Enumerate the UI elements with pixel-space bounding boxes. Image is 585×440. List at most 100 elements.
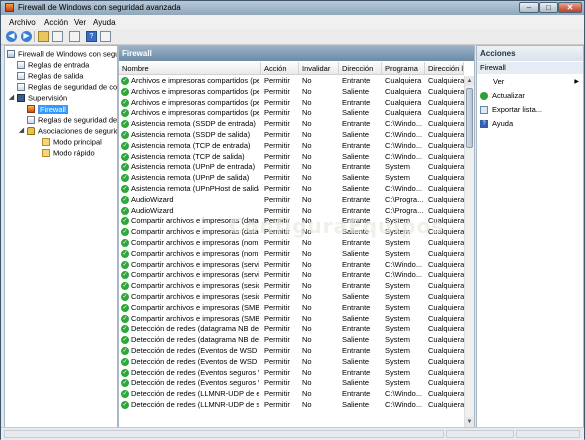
rule-local-address: Cualquiera	[428, 108, 464, 118]
rule-local-address: Cualquiera	[428, 270, 464, 280]
rule-program: System	[385, 345, 411, 355]
tree-quick-mode[interactable]: Modo rápido	[42, 147, 95, 158]
table-row[interactable]: ✓ AudioWizard Permitir No Entrante C:\Progra.…	[119, 206, 464, 217]
tree-monitor-security-rules[interactable]: Reglas de seguridad de	[27, 114, 117, 125]
back-arrow-icon[interactable]: ◀	[6, 31, 17, 42]
tree-monitoring[interactable]: Supervisión	[17, 92, 67, 103]
action-refresh[interactable]: Actualizar	[480, 90, 525, 101]
table-row[interactable]: ✓ Asistencia remota (SSDP de entrada) Perm…	[119, 119, 464, 130]
help-icon[interactable]: ?	[86, 31, 97, 42]
rule-name: ✓ Asistencia remota (UPnPHost de salida)	[121, 184, 259, 195]
column-header-action[interactable]: Acción	[261, 62, 299, 75]
table-row[interactable]: ✓ Compartir archivos e impresoras (SMB d.…	[119, 314, 464, 325]
menu-archivo[interactable]: Archivo	[9, 18, 36, 27]
tree-security-associations[interactable]: Asociaciones de segurid	[27, 125, 117, 136]
rule-program: System	[385, 162, 411, 172]
column-header-program[interactable]: Programa	[382, 62, 425, 75]
maximize-button[interactable]: □	[539, 2, 558, 13]
action-view[interactable]: Ver	[493, 76, 504, 87]
rule-program: System	[385, 291, 411, 301]
collapse-icon[interactable]: ◢	[8, 94, 15, 101]
inbound-rules-icon	[17, 61, 25, 70]
tree-root[interactable]: Firewall de Windows con seguri	[7, 48, 117, 59]
table-row[interactable]: ✓ Compartir archivos e impresoras (servic…	[119, 270, 464, 281]
actions-section-firewall[interactable]: Firewall	[477, 62, 583, 74]
table-row[interactable]: ✓Detección de redes (datagrama NB de sal…	[119, 335, 464, 346]
table-row[interactable]: ✓Detección de redes (Eventos seguros WS.…	[119, 368, 464, 379]
table-row[interactable]: ✓ Archivos e impresoras compartidos (peti…	[119, 108, 464, 119]
table-row[interactable]: ✓Compartir archivos e impresoras (sesión…	[119, 292, 464, 303]
action-help[interactable]: ? Ayuda	[480, 118, 513, 129]
action-pane-icon[interactable]	[100, 31, 111, 42]
table-row[interactable]: ✓ Archivos e impresoras compartidos (peti…	[119, 98, 464, 109]
scroll-down-icon[interactable]: ▼	[465, 417, 474, 427]
rule-local-address: Cualquiera	[428, 335, 464, 345]
tree-connection-security-rules[interactable]: Reglas de seguridad de co	[17, 81, 117, 92]
tree-outbound-rules[interactable]: Reglas de salida	[17, 70, 83, 81]
rule-name-text: Asistencia remota (UPnPHost de salida)	[131, 183, 259, 193]
rule-local-address: Cualquiera	[428, 97, 464, 107]
rule-action: Permitir	[264, 194, 290, 204]
rule-name-text: Asistencia remota (UPnP de salida)	[131, 173, 250, 183]
table-row[interactable]: ✓ Asistencia remota (UPnP de entrada) Perm…	[119, 162, 464, 173]
table-row[interactable]: ✓ Compartir archivos e impresoras (nombr.…	[119, 249, 464, 260]
table-row[interactable]: ✓ Asistencia remota (SSDP de salida) Permi…	[119, 130, 464, 141]
forward-arrow-icon[interactable]: ▶	[21, 31, 32, 42]
table-row[interactable]: ✓ Compartir archivos e impresoras (nombr.…	[119, 238, 464, 249]
rule-direction: Entrante	[342, 259, 371, 269]
rule-name-text: Detección de redes (datagrama NB de en..…	[131, 324, 259, 334]
rule-name: ✓Detección de redes (datagrama NB de sal…	[121, 335, 259, 346]
up-folder-icon[interactable]	[38, 31, 49, 42]
table-row[interactable]: ✓Compartir archivos e impresoras (sesión…	[119, 281, 464, 292]
action-export-list[interactable]: Exportar lista...	[480, 104, 542, 115]
tree-main-mode[interactable]: Modo principal	[42, 136, 102, 147]
rule-name-text: AudioWizard	[131, 205, 174, 215]
close-button[interactable]: ✕	[558, 2, 582, 13]
menu-accion[interactable]: Acción	[44, 18, 68, 27]
table-row[interactable]: ✓ Asistencia remota (UPnPHost de salida) P…	[119, 184, 464, 195]
table-row[interactable]: ✓Detección de redes (LLMNR-UDP de entr..…	[119, 389, 464, 400]
table-row[interactable]: ✓Detección de redes (Eventos de WSD de s…	[119, 357, 464, 368]
minimize-button[interactable]: –	[519, 2, 539, 13]
menu-ayuda[interactable]: Ayuda	[93, 18, 116, 27]
export-list-icon[interactable]	[69, 31, 80, 42]
rule-direction: Saliente	[342, 129, 370, 139]
table-row[interactable]: ✓Detección de redes (LLMNR-UDP de salid.…	[119, 400, 464, 411]
table-row[interactable]: ✓ Asistencia remota (UPnP de salida) Permi…	[119, 173, 464, 184]
table-row[interactable]: ✓ Asistencia remota (TCP de salida) Permit…	[119, 152, 464, 163]
table-row[interactable]: ✓Detección de redes (Eventos de WSD de e…	[119, 346, 464, 357]
table-row[interactable]: ✓Detección de redes (Eventos seguros WS.…	[119, 378, 464, 389]
table-row[interactable]: ✓ Compartir archivos e impresoras (datagr…	[119, 216, 464, 227]
rule-direction: Saliente	[342, 86, 370, 96]
rule-local-address: Cualquiera	[428, 378, 464, 388]
menu-ver[interactable]: Ver	[74, 18, 86, 27]
rule-name-text: Compartir archivos e impresoras (sesión …	[131, 291, 259, 301]
column-header-override[interactable]: Invalidar	[299, 62, 339, 75]
check-icon: ✓	[121, 314, 129, 323]
scroll-up-icon[interactable]: ▲	[465, 76, 474, 86]
rule-program: System	[385, 248, 411, 258]
rule-action: Permitir	[264, 345, 290, 355]
collapse-icon[interactable]: ◢	[18, 127, 25, 134]
column-header-name[interactable]: Nombre	[119, 62, 261, 75]
tree-inbound-rules[interactable]: Reglas de entrada	[17, 59, 89, 70]
vertical-scrollbar[interactable]: ▲ ▼	[464, 76, 474, 427]
table-row[interactable]: ✓ Archivos e impresoras compartidos (peti…	[119, 87, 464, 98]
rule-action: Permitir	[264, 335, 290, 345]
rule-name-text: Compartir archivos e impresoras (datagr.…	[131, 227, 259, 237]
column-header-direction[interactable]: Dirección	[339, 62, 382, 75]
scroll-thumb[interactable]	[466, 88, 473, 148]
table-row[interactable]: ✓ Compartir archivos e impresoras (servic…	[119, 260, 464, 271]
table-row[interactable]: ✓ Archivos e impresoras compartidos (peti…	[119, 76, 464, 87]
table-row[interactable]: ✓ Compartir archivos e impresoras (SMB d.…	[119, 303, 464, 314]
rule-action: Permitir	[264, 248, 290, 258]
rule-direction: Entrante	[342, 367, 371, 377]
tree-firewall[interactable]: Firewall	[27, 103, 68, 114]
table-row[interactable]: ✓ Compartir archivos e impresoras (datagr…	[119, 227, 464, 238]
table-row[interactable]: ✓Detección de redes (datagrama NB de en.…	[119, 324, 464, 335]
status-segment	[446, 430, 514, 438]
show-hide-tree-icon[interactable]	[52, 31, 63, 42]
table-row[interactable]: ✓ AudioWizard Permitir No Entrante C:\Progra.…	[119, 195, 464, 206]
column-header-local-address[interactable]: Dirección lo	[425, 62, 464, 75]
table-row[interactable]: ✓ Asistencia remota (TCP de entrada) Permi…	[119, 141, 464, 152]
